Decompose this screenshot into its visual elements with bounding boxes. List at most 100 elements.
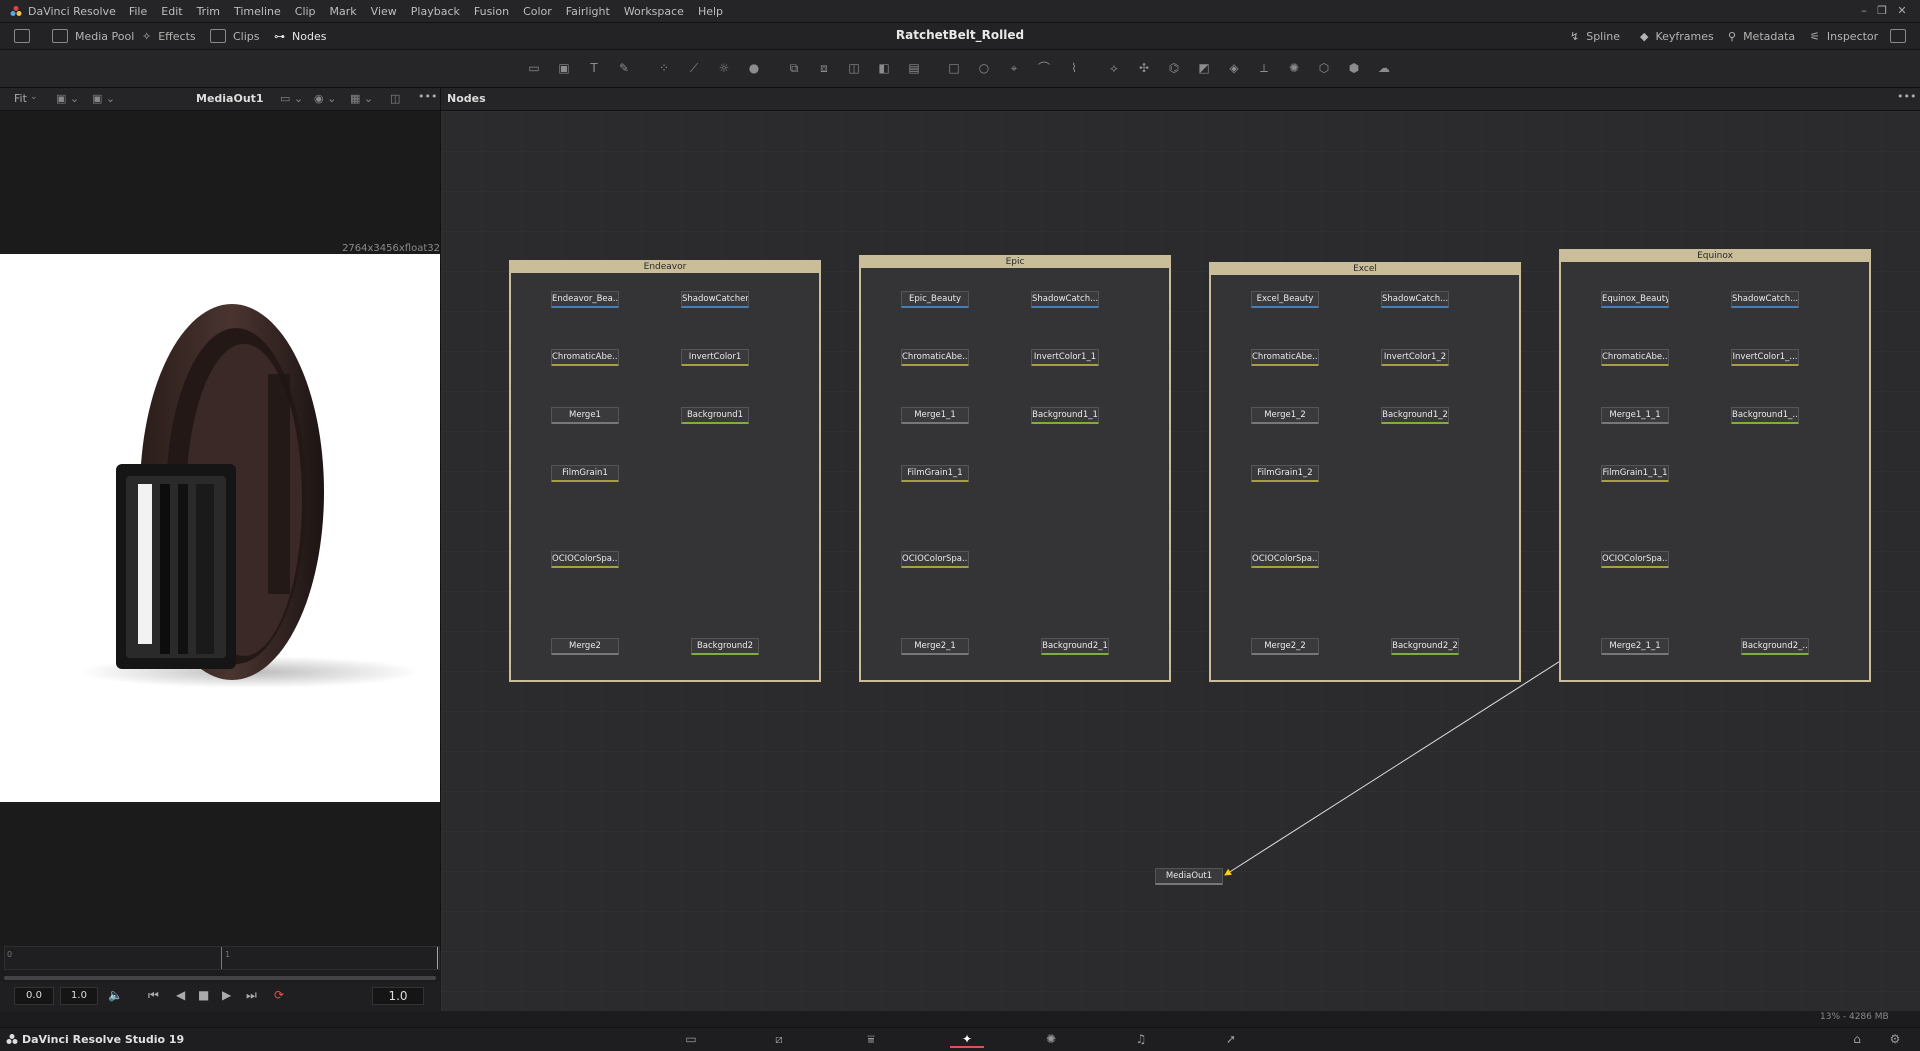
- play-reverse-icon[interactable]: ◀: [176, 988, 185, 1002]
- image-tool-icon[interactable]: ▣: [556, 60, 572, 76]
- rectangle-mask-icon[interactable]: □: [946, 60, 962, 76]
- polygon-mask-icon[interactable]: ⌖: [1006, 60, 1022, 76]
- channel-tool-icon[interactable]: ⧈: [816, 60, 832, 76]
- node-grain[interactable]: FilmGrain1_1_1: [1601, 465, 1669, 482]
- spline-button[interactable]: ↯ Spline: [1570, 27, 1620, 45]
- camera3d-tool-icon[interactable]: ⌬: [1166, 60, 1182, 76]
- text3d-tool-icon[interactable]: ⟂: [1256, 60, 1272, 76]
- saver-tool-icon[interactable]: ▤: [906, 60, 922, 76]
- menu-color[interactable]: Color: [516, 5, 559, 18]
- deliver-page-icon[interactable]: ➚: [1220, 1032, 1242, 1046]
- media-page-icon[interactable]: ▭: [680, 1032, 702, 1046]
- warp-tool-icon[interactable]: ✣: [1136, 60, 1152, 76]
- fog3d-tool-icon[interactable]: ☁: [1376, 60, 1392, 76]
- grid-icon[interactable]: ▦ ⌄: [350, 92, 373, 105]
- menu-view[interactable]: View: [364, 5, 404, 18]
- node-chroma[interactable]: ChromaticAbe...: [901, 349, 969, 366]
- menu-file[interactable]: File: [122, 5, 154, 18]
- node-merge2[interactable]: Merge2_1_1: [1601, 638, 1669, 655]
- menu-fairlight[interactable]: Fairlight: [559, 5, 617, 18]
- node-merge1[interactable]: Merge1_2: [1251, 407, 1319, 424]
- menu-workspace[interactable]: Workspace: [617, 5, 691, 18]
- node-shadow[interactable]: ShadowCatch...: [1381, 291, 1449, 308]
- tracker-tool-icon[interactable]: ⌇: [1066, 60, 1082, 76]
- node-ocio[interactable]: OCIOColorSpa...: [1251, 551, 1319, 568]
- edit-page-icon[interactable]: ⩸: [860, 1032, 882, 1046]
- metadata-button[interactable]: ⚲ Metadata: [1728, 27, 1795, 45]
- background-tool-icon[interactable]: ▭: [526, 60, 542, 76]
- node-grain[interactable]: FilmGrain1_1: [901, 465, 969, 482]
- color-channel-icon[interactable]: ◉ ⌄: [314, 92, 336, 105]
- current-frame-field[interactable]: 1.0: [372, 987, 424, 1005]
- node-invert[interactable]: InvertColor1_1: [1031, 349, 1099, 366]
- go-to-end-icon[interactable]: ⏭: [246, 988, 257, 1003]
- shape3d-tool-icon[interactable]: ◩: [1196, 60, 1212, 76]
- node-bg1[interactable]: Background1_1: [1031, 407, 1099, 424]
- brightness-tool-icon[interactable]: ☼: [716, 60, 732, 76]
- node-ocio[interactable]: OCIOColorSpa...: [551, 551, 619, 568]
- fairlight-page-icon[interactable]: ♫: [1130, 1032, 1152, 1046]
- menu-help[interactable]: Help: [691, 5, 730, 18]
- node-source[interactable]: Epic_Beauty: [901, 291, 969, 308]
- particles-tool-icon[interactable]: ⁘: [656, 60, 672, 76]
- color-page-icon[interactable]: ✺: [1040, 1032, 1062, 1046]
- effects-button[interactable]: ✧ Effects: [142, 27, 196, 45]
- light3d-tool-icon[interactable]: ✺: [1286, 60, 1302, 76]
- home-icon[interactable]: ⌂: [1846, 1032, 1868, 1046]
- node-chroma[interactable]: ChromaticAbe...: [1251, 349, 1319, 366]
- node-ocio[interactable]: OCIOColorSpa...: [901, 551, 969, 568]
- node-bg1[interactable]: Background1_2: [1381, 407, 1449, 424]
- merge3d-tool-icon[interactable]: ◈: [1226, 60, 1242, 76]
- merge-tool-icon[interactable]: ⧉: [786, 60, 802, 76]
- node-merge2[interactable]: Merge2_1: [901, 638, 969, 655]
- ellipse-mask-icon[interactable]: ○: [976, 60, 992, 76]
- roi-icon[interactable]: ▭ ⌄: [280, 92, 303, 105]
- node-invert[interactable]: InvertColor1: [681, 349, 749, 366]
- bspline-mask-icon[interactable]: ⌒: [1036, 60, 1052, 76]
- node-mediaout[interactable]: MediaOut1: [1155, 868, 1223, 885]
- fusion-page-icon[interactable]: ✦: [950, 1032, 984, 1048]
- node-ocio[interactable]: OCIOColorSpa...: [1601, 551, 1669, 568]
- cut-page-icon[interactable]: ⧄: [768, 1032, 790, 1046]
- blur-tool-icon[interactable]: ●: [746, 60, 762, 76]
- node-grain[interactable]: FilmGrain1_2: [1251, 465, 1319, 482]
- node-chroma[interactable]: ChromaticAbe...: [1601, 349, 1669, 366]
- menu-clip[interactable]: Clip: [288, 5, 323, 18]
- render3d-tool-icon[interactable]: ⬡: [1316, 60, 1332, 76]
- transform-tool-icon[interactable]: ⟡: [1106, 60, 1122, 76]
- node-shadow[interactable]: ShadowCatch...: [1731, 291, 1799, 308]
- node-bg2[interactable]: Background2: [691, 638, 759, 655]
- menu-fusion[interactable]: Fusion: [467, 5, 516, 18]
- nodes-more-icon[interactable]: •••: [1897, 90, 1916, 103]
- lut-options-icon[interactable]: ▣ ⌄: [92, 92, 115, 105]
- color-curves-tool-icon[interactable]: ⟋: [686, 60, 702, 76]
- scroll-bar[interactable]: [4, 976, 436, 980]
- play-forward-icon[interactable]: ▶: [222, 988, 231, 1002]
- media-pool-button[interactable]: Media Pool: [52, 27, 134, 45]
- node-merge1[interactable]: Merge1_1_1: [1601, 407, 1669, 424]
- paint-tool-icon[interactable]: ✎: [616, 60, 632, 76]
- node-editor-canvas[interactable]: Endeavor Epic Excel Equinox Endeavor_Bea…: [441, 111, 1920, 1011]
- loader-tool-icon[interactable]: ◧: [876, 60, 892, 76]
- layout-button[interactable]: [1890, 27, 1906, 45]
- menu-timeline[interactable]: Timeline: [227, 5, 288, 18]
- stop-icon[interactable]: ■: [198, 988, 209, 1002]
- audio-icon[interactable]: 🔈: [108, 988, 123, 1002]
- node-invert[interactable]: InvertColor1_...: [1731, 349, 1799, 366]
- menu-edit[interactable]: Edit: [154, 5, 189, 18]
- keyframes-button[interactable]: ◆ Keyframes: [1640, 27, 1714, 45]
- text-tool-icon[interactable]: T: [586, 60, 602, 76]
- node-chroma[interactable]: ChromaticAbe...: [551, 349, 619, 366]
- node-grain[interactable]: FilmGrain1: [551, 465, 619, 482]
- fit-chevron-icon[interactable]: ⌄: [30, 92, 38, 102]
- timeline-ruler[interactable]: 0 1: [4, 946, 440, 970]
- node-bg2[interactable]: Background2_1: [1041, 638, 1109, 655]
- node-bg1[interactable]: Background1_...: [1731, 407, 1799, 424]
- go-to-start-icon[interactable]: ⏮: [148, 988, 159, 1003]
- minimize-icon[interactable]: –: [1856, 3, 1872, 19]
- fit-dropdown[interactable]: Fit: [14, 92, 27, 105]
- maximize-icon[interactable]: ❐: [1874, 3, 1890, 19]
- inspector-button[interactable]: ⚟ Inspector: [1810, 27, 1878, 45]
- node-bg2[interactable]: Background2_...: [1741, 638, 1809, 655]
- node-invert[interactable]: InvertColor1_2: [1381, 349, 1449, 366]
